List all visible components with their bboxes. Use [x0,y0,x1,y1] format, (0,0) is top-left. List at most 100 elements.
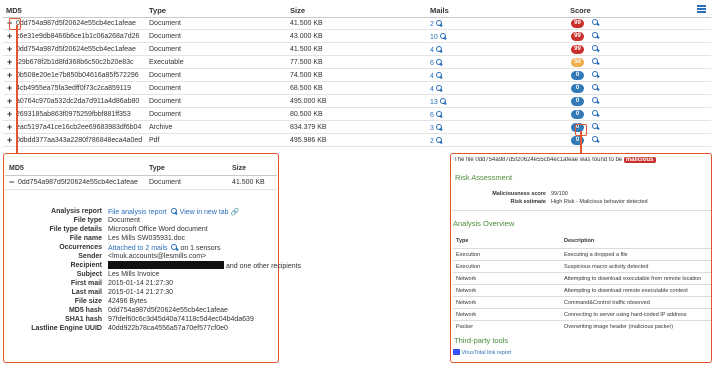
magnifier-icon[interactable] [439,33,447,40]
table-row[interactable]: +0dbdd377aa343a2280f786848eca4a0ed Pdf 495… [3,135,711,147]
row-mails-count[interactable]: 10 [430,34,438,41]
row-size: 495.986 KB [290,137,327,144]
row-mails-count[interactable]: 4 [430,73,434,80]
plus-icon[interactable]: + [7,96,12,106]
column-header-type[interactable]: Type [149,6,166,15]
table-row[interactable]: + f29b678f2b1d8fd368b6c50c2b20e83c Executa… [3,57,711,69]
score-badge: 99 [571,45,584,54]
row-size: 41.500 KB [290,20,323,27]
detail-field-value: 2015-01-14 21:27:30 [108,280,173,287]
row-mails[interactable]: 10 [430,33,447,41]
collapse-icon[interactable]: − [9,177,14,187]
plus-icon[interactable]: + [7,135,12,145]
link-icon[interactable]: 🔗 [231,209,240,216]
magnifier-icon[interactable] [592,84,599,91]
magnifier-icon[interactable] [435,85,443,92]
magnifier-icon[interactable] [170,208,178,215]
row-mails-count[interactable]: 13 [430,99,438,106]
magnifier-icon[interactable] [439,98,447,105]
column-header-size[interactable]: Size [290,6,305,15]
magnifier-icon[interactable] [592,58,599,65]
plus-icon[interactable]: + [7,122,12,132]
table-row[interactable]: +0b508e20e1e7b850b04616a85f572296 Documen… [3,70,711,82]
expanded-row-highlight [9,18,21,30]
score-badge: 0 [571,84,584,93]
hamburger-icon[interactable] [697,5,706,13]
third-party-title: Third-party tools [454,336,509,345]
detail-field-value: 97fdef60c6c3d45d40a74118c5d4ec04b4da639 [108,316,254,323]
table-row[interactable]: + eac5197a41ce16cb2ee69683983df6b04 Archiv… [3,122,711,134]
table-row[interactable]: + c6e31e9db8466b6ce1b1c06a268a7d26 Documen… [3,31,711,43]
detail-header-md5: MD5 [9,165,24,172]
row-mails-count[interactable]: 3 [430,125,434,132]
magnifier-icon[interactable] [435,124,443,131]
table-row[interactable]: +4cb4955ea75fa3edff0f73c2ca859119 Documen… [3,83,711,95]
column-header-mails[interactable]: Mails [430,6,449,15]
row-mails-count[interactable]: 6 [430,112,434,119]
overview-type: Network [456,276,477,282]
column-header-md5[interactable]: MD5 [6,6,22,15]
magnifier-icon[interactable] [592,45,599,52]
risk-assessment-title: Risk Assessment [455,173,513,182]
row-mails-count[interactable]: 2 [430,138,434,145]
magnifier-icon[interactable] [592,71,599,78]
magnifier-icon[interactable] [435,111,443,118]
magnifier-icon[interactable] [435,46,443,53]
detail-field-value: Document [108,217,140,224]
plus-icon[interactable]: + [7,57,12,67]
magnifier-icon[interactable] [592,110,599,117]
occurrences-suffix: on 1 sensors [180,245,221,252]
row-type: Document [149,85,181,92]
magnifier-icon[interactable] [435,72,443,79]
row-type: Document [149,98,181,105]
row-size: 41.500 KB [290,46,323,53]
row-mails[interactable]: 3 [430,124,443,132]
row-md5: 0b508e20e1e7b850b04616a85f572296 [16,72,139,79]
magnifier-icon[interactable] [592,32,599,39]
overview-type: Network [456,312,477,318]
detail-field-label: SHA1 hash [65,316,102,323]
magnifier-icon[interactable] [435,20,443,27]
magnifier-icon[interactable] [592,97,599,104]
magnifier-icon[interactable] [592,136,599,143]
row-mails[interactable]: 2 [430,137,443,145]
table-row[interactable]: +2693185ab863f0975259fbbf881ff353 Documen… [3,109,711,121]
detail-field-label: MD5 hash [68,307,102,314]
column-header-score[interactable]: Score [570,6,591,15]
row-mails[interactable]: 4 [430,46,443,54]
table-row[interactable]: +0dd754a987d5f20624e55cb4ec1afeae Documen… [3,44,711,56]
maliciousness-value: 99/100 [551,191,568,197]
plus-icon[interactable]: + [7,70,12,80]
view-in-new-tab-link[interactable]: View in new tab [180,209,229,216]
row-mails-count[interactable]: 4 [430,47,434,54]
row-mails[interactable]: 4 [430,85,443,93]
plus-icon[interactable]: + [7,44,12,54]
row-mails-count[interactable]: 4 [430,86,434,93]
file-analysis-report-link[interactable]: File analysis report [108,209,167,216]
plus-icon[interactable]: + [7,109,12,119]
plus-icon[interactable]: + [7,31,12,41]
plus-icon[interactable]: + [7,83,12,93]
magnifier-icon[interactable] [171,244,178,251]
row-mails[interactable]: 2 [430,20,443,28]
analysis-overview-title: Analysis Overview [453,219,515,228]
row-mails[interactable]: 6 [430,111,443,119]
magnifier-icon[interactable] [592,123,599,130]
magnifier-icon[interactable] [592,19,599,26]
risk-estimate-value: High Risk - Malicious behavior detected [551,199,648,205]
magnifier-icon[interactable] [435,137,443,144]
row-mails[interactable]: 6 [430,59,443,67]
occurrences-link[interactable]: Attached to 2 mails [108,245,168,252]
row-mails[interactable]: 13 [430,98,447,106]
table-row[interactable]: + a0764c970a532dc2da7d911a4d86ab80 Documen… [3,96,711,108]
recipient-suffix: and one other recipients [225,263,302,270]
recipient-label: Recipient [70,262,102,269]
row-mails-count[interactable]: 6 [430,60,434,67]
row-mails[interactable]: 4 [430,72,443,80]
virustotal-link[interactable]: VirusTotal link report [462,350,512,356]
maliciousness-label: Maliciousness score [492,191,546,197]
row-mails-count[interactable]: 2 [430,21,434,28]
magnifier-icon[interactable] [435,59,443,66]
row-type: Pdf [149,137,160,144]
table-row[interactable]: +0dd754a987d5f20624e55cb4ec1afeae Documen… [3,18,711,30]
